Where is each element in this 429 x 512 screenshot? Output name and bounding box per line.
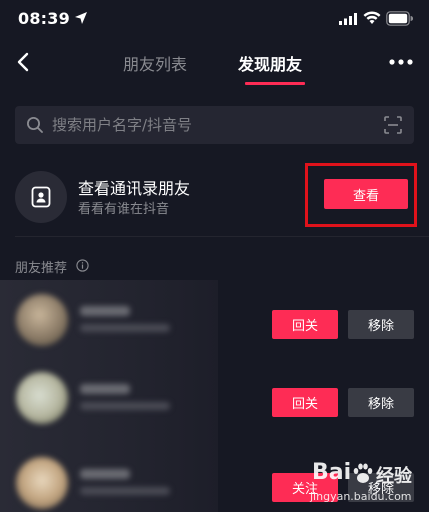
list-item[interactable]: 回关 移除 [0,362,429,440]
watermark-url: jingyan.baidu.com [310,490,412,503]
nav-bar: 朋友列表 发现朋友 [0,40,429,86]
search-icon [27,117,43,133]
avatar[interactable] [16,372,68,424]
status-bar: 08:39 [0,0,429,40]
watermark-text: 经验 [376,466,412,487]
list-item[interactable]: 回关 移除 [0,284,429,362]
chevron-left-icon[interactable] [12,50,34,74]
remove-button[interactable]: 移除 [348,388,414,417]
info-icon[interactable] [76,259,89,272]
scan-icon[interactable] [384,116,402,134]
section-title: 朋友推荐 [15,261,68,276]
search-input[interactable] [52,106,372,144]
location-arrow-icon [75,12,87,24]
contacts-subtitle: 看看有谁在抖音 [78,202,170,217]
tab-friend-list[interactable]: 朋友列表 [123,51,187,75]
signal-icon [339,13,357,25]
contacts-title: 查看通讯录朋友 [78,179,191,198]
avatar[interactable] [16,294,68,346]
paw-icon [353,463,373,483]
blurred-user-info [80,402,170,410]
contacts-friends-row: 查看通讯录朋友 看看有谁在抖音 查看 [0,160,429,236]
contacts-icon-circle [15,171,67,223]
blurred-user-info [80,324,170,332]
divider [15,236,429,237]
tab-discover-friends[interactable]: 发现朋友 [238,51,302,75]
status-time: 08:39 [18,9,70,28]
follow-back-button[interactable]: 回关 [272,310,338,339]
blurred-user-info [80,487,170,495]
more-dots-icon[interactable] [389,58,413,66]
blurred-username [80,469,130,479]
battery-icon [386,11,413,26]
search-bar[interactable] [15,106,414,144]
watermark-logo-text: Bai [312,460,352,485]
blurred-username [80,384,130,394]
active-tab-indicator [245,82,305,85]
follow-back-button[interactable]: 回关 [272,388,338,417]
view-contacts-button[interactable]: 查看 [324,179,408,209]
remove-button[interactable]: 移除 [348,310,414,339]
contacts-book-icon [31,186,51,208]
baidu-jingyan-watermark: Bai 经验 jingyan.baidu.com [308,460,429,512]
wifi-icon [363,11,381,24]
avatar[interactable] [16,457,68,509]
blurred-username [80,306,130,316]
